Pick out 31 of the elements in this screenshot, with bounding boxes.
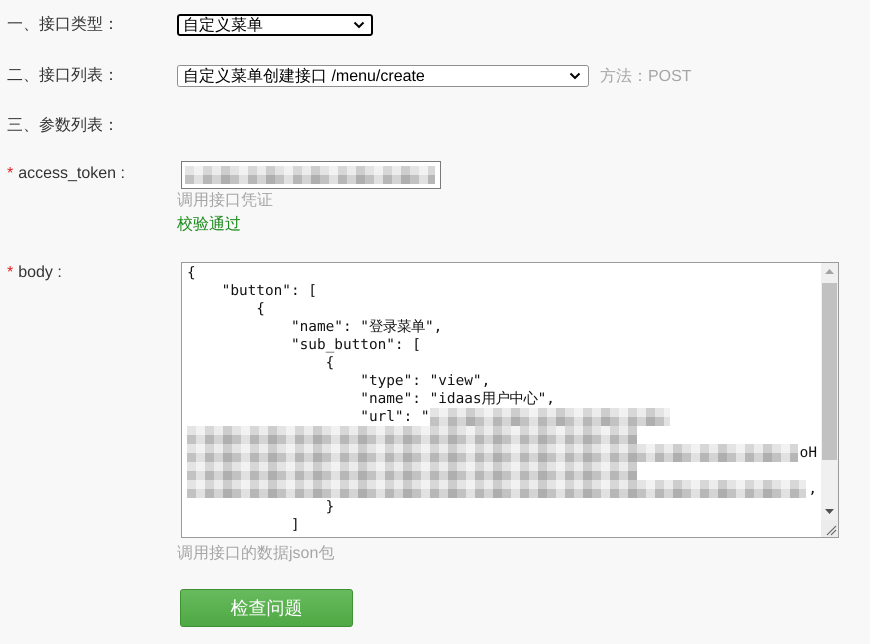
scrollbar-thumb[interactable] <box>822 283 837 460</box>
validation-status: 校验通过 <box>177 214 241 235</box>
field-label: body : <box>18 264 62 281</box>
field-label: 一、接口类型： <box>7 16 119 33</box>
code-line: { <box>187 264 196 282</box>
dropdown[interactable]: 自定义菜单 <box>177 14 373 36</box>
chevron-down-icon <box>353 21 365 29</box>
required-asterisk: * <box>7 165 14 182</box>
dropdown[interactable]: 自定义菜单创建接口 /menu/create <box>177 65 589 87</box>
field-label: access_token : <box>18 165 125 182</box>
hint-text: 调用接口的数据json包 <box>177 544 334 564</box>
code-line: "url": " <box>359 408 430 426</box>
hint-text: 调用接口凭证 <box>177 190 273 211</box>
method-text: 方法：POST <box>600 66 692 86</box>
code-line: "sub_button": [ <box>290 336 421 354</box>
chevron-down-icon <box>569 72 581 80</box>
code-line: "name": "登录菜单", <box>290 318 442 336</box>
code-line: { <box>255 300 265 318</box>
code-line: "type": "view", <box>359 372 490 390</box>
code-line: ] <box>290 516 300 534</box>
code-line: } <box>324 498 334 516</box>
section-label: 三、参数列表： <box>7 117 119 134</box>
code-line: "name": "idaas用户中心", <box>359 390 555 408</box>
textarea-field[interactable]: { "button": [ { "name": "登录菜单", "sub_button": [ { "type": "view", "name": "idaas用户中心", "url": " oH , } ] <box>181 262 839 538</box>
field-label: 二、接口列表： <box>7 67 119 84</box>
code-line: { <box>324 354 334 372</box>
code-line: oH <box>800 444 817 462</box>
input-field[interactable] <box>181 161 441 189</box>
required-asterisk: * <box>7 264 14 281</box>
code-line: "button": [ <box>220 282 317 300</box>
code-line: , <box>808 480 817 498</box>
